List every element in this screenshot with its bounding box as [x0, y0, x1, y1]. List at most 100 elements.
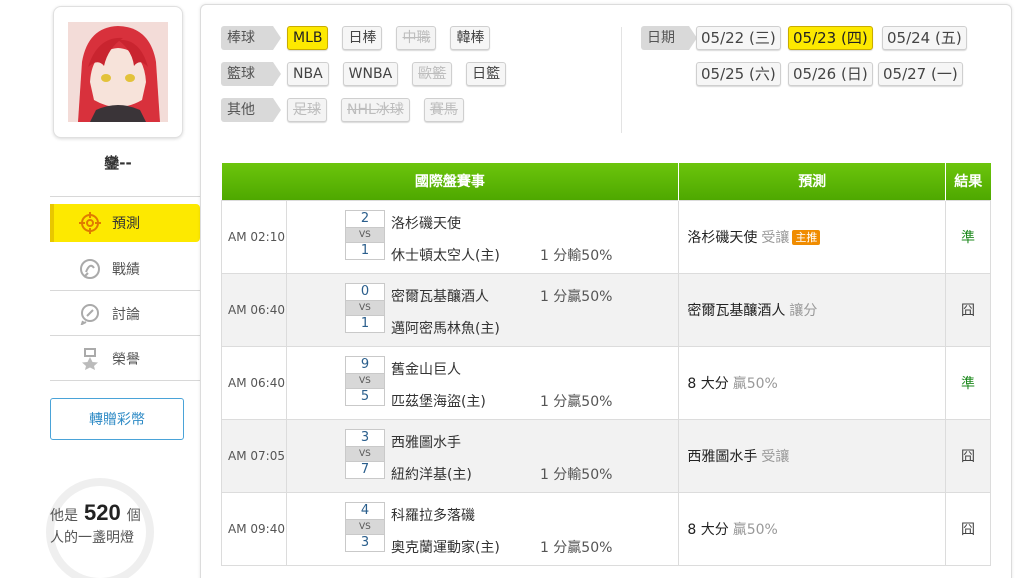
match-cell: 0 VS 1 密爾瓦基釀酒人 邁阿密馬林魚(主) 1 分贏50%: [285, 272, 680, 347]
prediction-cell: 洛杉磯天使 受讓 主推: [678, 199, 947, 274]
chip-soccer: 足球: [287, 98, 327, 122]
vs-label: VS: [344, 446, 385, 461]
prediction-cell: 8 大分 贏50%: [678, 491, 947, 566]
result-cell: 囧: [945, 491, 991, 566]
team-home: 匹茲堡海盜(主): [390, 393, 486, 410]
category-baseball: 棒球 MLB 日棒 中職 韓棒: [221, 26, 491, 50]
filter-divider: [621, 27, 622, 133]
chip-euro-basketball: 歐籃: [412, 62, 453, 86]
menu-item-label: 榮譽: [112, 351, 140, 368]
menu-item-honor[interactable]: 榮譽: [50, 337, 200, 381]
lamp-count: 520: [84, 500, 121, 525]
menu-item-label: 討論: [112, 306, 140, 323]
discussion-icon: [78, 302, 102, 326]
date-chip-0526[interactable]: 05/26 (日): [788, 62, 873, 86]
score-away: 2: [344, 209, 385, 228]
table-row: AM 07:05 3 VS 7 西雅圖水手 紐約洋基(主) 1 分輸50% 西雅…: [221, 418, 991, 493]
prediction-pick: 密爾瓦基釀酒人: [687, 302, 786, 319]
team-away: 西雅圖水手: [390, 434, 461, 451]
score-away: 4: [344, 501, 385, 520]
chip-nba[interactable]: NBA: [287, 62, 329, 86]
avatar[interactable]: [68, 22, 168, 122]
prediction-type: 受讓: [761, 448, 790, 465]
result-cell: 準: [945, 199, 991, 274]
menu-item-discussion[interactable]: 討論: [50, 292, 200, 336]
handicap-line: 1 分贏50%: [539, 539, 613, 556]
score-box: 2 VS 1: [344, 209, 385, 264]
header-match: 國際盤賽事: [221, 163, 680, 200]
prediction-type: 贏50%: [732, 375, 778, 392]
chip-japan-basketball[interactable]: 日籃: [466, 62, 507, 86]
team-home: 邁阿密馬林魚(主): [390, 320, 500, 337]
team-away: 科羅拉多落磯: [390, 507, 475, 524]
date-chip-0527[interactable]: 05/27 (一): [878, 62, 963, 86]
date-chip-0522[interactable]: 05/22 (三): [696, 26, 781, 50]
menu-item-predict[interactable]: 預測: [50, 204, 210, 242]
team-home: 奧克蘭運動家(主): [390, 539, 500, 556]
handicap-line: 1 分贏50%: [539, 393, 613, 410]
handicap-line: 1 分輸50%: [539, 247, 613, 264]
date-label: 日期: [641, 26, 697, 50]
score-home: 1: [344, 314, 385, 333]
match-cell: 3 VS 7 西雅圖水手 紐約洋基(主) 1 分輸50%: [285, 418, 680, 493]
game-time: AM 06:40: [221, 272, 287, 347]
result-cell: 準: [945, 345, 991, 420]
lamp-prefix: 他是: [50, 508, 78, 524]
handicap-line: 1 分輸50%: [539, 466, 613, 483]
category-label: 其他: [221, 98, 281, 122]
date-chip-0524[interactable]: 05/24 (五): [882, 26, 967, 50]
chart-icon: [78, 257, 102, 281]
handicap-line: 1 分贏50%: [539, 288, 613, 305]
table-row: AM 02:10 2 VS 1 洛杉磯天使 休士頓太空人(主) 1 分輸50% …: [221, 199, 991, 274]
featured-badge: 主推: [792, 229, 821, 245]
result-cell: 囧: [945, 272, 991, 347]
vs-label: VS: [344, 227, 385, 242]
score-box: 0 VS 1: [344, 282, 385, 337]
header-prediction: 預測: [678, 163, 947, 200]
result-cell: 囧: [945, 418, 991, 493]
chip-wnba[interactable]: WNBA: [342, 62, 399, 86]
lamp-suffix: 個: [126, 508, 141, 524]
prediction-pick: 8 大分: [687, 375, 729, 392]
date-chip-0523[interactable]: 05/23 (四): [788, 26, 873, 50]
prediction-cell: 密爾瓦基釀酒人 讓分: [678, 272, 947, 347]
category-other: 其他 足球 NHL冰球 賽馬: [221, 98, 464, 122]
score-home: 5: [344, 387, 385, 406]
chip-nhl: NHL冰球: [341, 98, 410, 122]
prediction-cell: 西雅圖水手 受讓: [678, 418, 947, 493]
prediction-type: 贏50%: [732, 521, 778, 538]
table-row: AM 06:40 9 VS 5 舊金山巨人 匹茲堡海盜(主) 1 分贏50% 8…: [221, 345, 991, 420]
table-row: AM 06:40 0 VS 1 密爾瓦基釀酒人 邁阿密馬林魚(主) 1 分贏50…: [221, 272, 991, 347]
prediction-type: 讓分: [789, 302, 818, 319]
prediction-pick: 洛杉磯天使: [687, 229, 758, 246]
match-cell: 4 VS 3 科羅拉多落磯 奧克蘭運動家(主) 1 分贏50%: [285, 491, 680, 566]
chip-japan-baseball[interactable]: 日棒: [342, 26, 383, 50]
chip-mlb[interactable]: MLB: [287, 26, 329, 50]
predictions-table: 國際盤賽事 預測 結果 AM 02:10 2 VS 1 洛杉磯天使 休士頓太空人…: [221, 163, 991, 566]
game-time: AM 07:05: [221, 418, 287, 493]
score-home: 7: [344, 460, 385, 479]
category-label: 籃球: [221, 62, 281, 86]
vs-label: VS: [344, 300, 385, 315]
team-home: 紐約洋基(主): [390, 466, 472, 483]
date-chip-0525[interactable]: 05/25 (六): [696, 62, 781, 86]
game-time: AM 02:10: [221, 199, 287, 274]
score-away: 0: [344, 282, 385, 301]
category-basketball: 籃球 NBA WNBA 歐籃 日籃: [221, 62, 507, 86]
target-icon: [78, 211, 102, 235]
medal-icon: [78, 347, 102, 371]
vs-label: VS: [344, 519, 385, 534]
game-time: AM 06:40: [221, 345, 287, 420]
prediction-pick: 西雅圖水手: [687, 448, 758, 465]
menu-item-record[interactable]: 戰績: [50, 247, 200, 291]
prediction-pick: 8 大分: [687, 521, 729, 538]
score-away: 9: [344, 355, 385, 374]
team-away: 密爾瓦基釀酒人: [390, 288, 489, 305]
sidebar: 鑾-- 預測 戰績 討論 榮譽 轉贈彩幣 他是 520 個 人的一盞明燈: [0, 0, 210, 578]
vs-label: VS: [344, 373, 385, 388]
avatar-card: [53, 6, 183, 138]
menu-item-label: 預測: [112, 216, 140, 232]
table-row: AM 09:40 4 VS 3 科羅拉多落磯 奧克蘭運動家(主) 1 分贏50%…: [221, 491, 991, 566]
gift-coins-button[interactable]: 轉贈彩幣: [50, 398, 184, 440]
chip-korea-baseball[interactable]: 韓棒: [450, 26, 491, 50]
